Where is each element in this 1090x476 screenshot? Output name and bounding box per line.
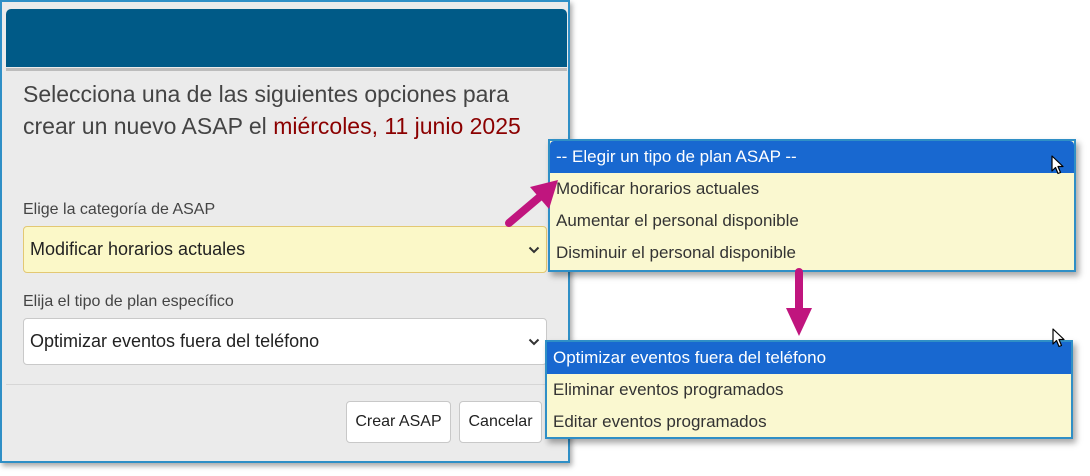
category-select[interactable]: Modificar horarios actuales [23,226,547,273]
plan-select[interactable]: Optimizar eventos fuera del teléfono [23,318,547,365]
plan-option[interactable]: Eliminar eventos programados [547,374,1071,406]
plan-select-value: Optimizar eventos fuera del teléfono [30,331,320,351]
chevron-down-icon [528,246,540,253]
plan-option[interactable]: Editar eventos programados [547,406,1071,438]
mouse-cursor-icon [1051,155,1064,175]
plan-dropdown-list: Optimizar eventos fuera del teléfono Eli… [545,340,1073,439]
category-select-value: Modificar horarios actuales [30,239,246,259]
category-option[interactable]: -- Elegir un tipo de plan ASAP -- [550,141,1074,173]
create-asap-dialog: Selecciona una de las siguientes opcione… [0,0,570,463]
annotation-arrow-icon [786,268,812,336]
category-label: Elige la categoría de ASAP [23,201,216,218]
chevron-down-icon [528,338,540,345]
footer-divider [6,384,564,385]
plan-option[interactable]: Optimizar eventos fuera del teléfono [547,342,1071,374]
category-option[interactable]: Aumentar el personal disponible [550,205,1074,237]
mouse-cursor-icon [1052,328,1065,348]
dialog-intro: Selecciona una de las siguientes opcione… [23,78,555,142]
cancel-button[interactable]: Cancelar [459,401,542,443]
annotation-arrow-icon [505,180,558,227]
category-dropdown-list: -- Elegir un tipo de plan ASAP -- Modifi… [548,139,1076,272]
dialog-header [6,9,567,71]
intro-date: miércoles, 11 junio 2025 [273,113,521,139]
plan-label: Elija el tipo de plan específico [23,293,234,310]
create-asap-button[interactable]: Crear ASAP [346,401,451,443]
category-option[interactable]: Disminuir el personal disponible [550,237,1074,269]
category-option[interactable]: Modificar horarios actuales [550,173,1074,205]
